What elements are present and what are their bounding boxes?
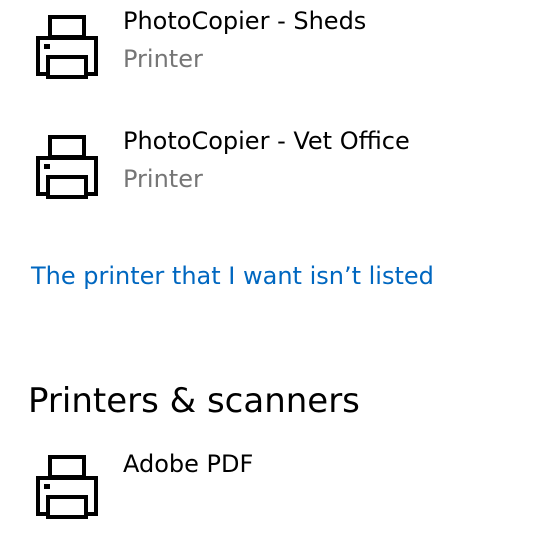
device-item-photocopier-sheds[interactable]: PhotoCopier - Sheds Printer <box>0 0 540 96</box>
device-type: Printer <box>123 165 203 193</box>
printer-icon <box>34 14 100 80</box>
printer-icon <box>34 454 100 520</box>
device-type: Printer <box>123 45 203 73</box>
device-name: PhotoCopier - Vet Office <box>123 127 410 155</box>
printers-scanners-heading: Printers & scanners <box>28 381 360 421</box>
printer-icon <box>34 134 100 200</box>
device-name: Adobe PDF <box>123 450 254 478</box>
device-name: PhotoCopier - Sheds <box>123 7 367 35</box>
device-item-adobe-pdf[interactable]: Adobe PDF <box>0 440 540 536</box>
device-item-photocopier-vet-office[interactable]: PhotoCopier - Vet Office Printer <box>0 120 540 216</box>
printer-not-listed-link[interactable]: The printer that I want isn’t listed <box>31 261 434 291</box>
